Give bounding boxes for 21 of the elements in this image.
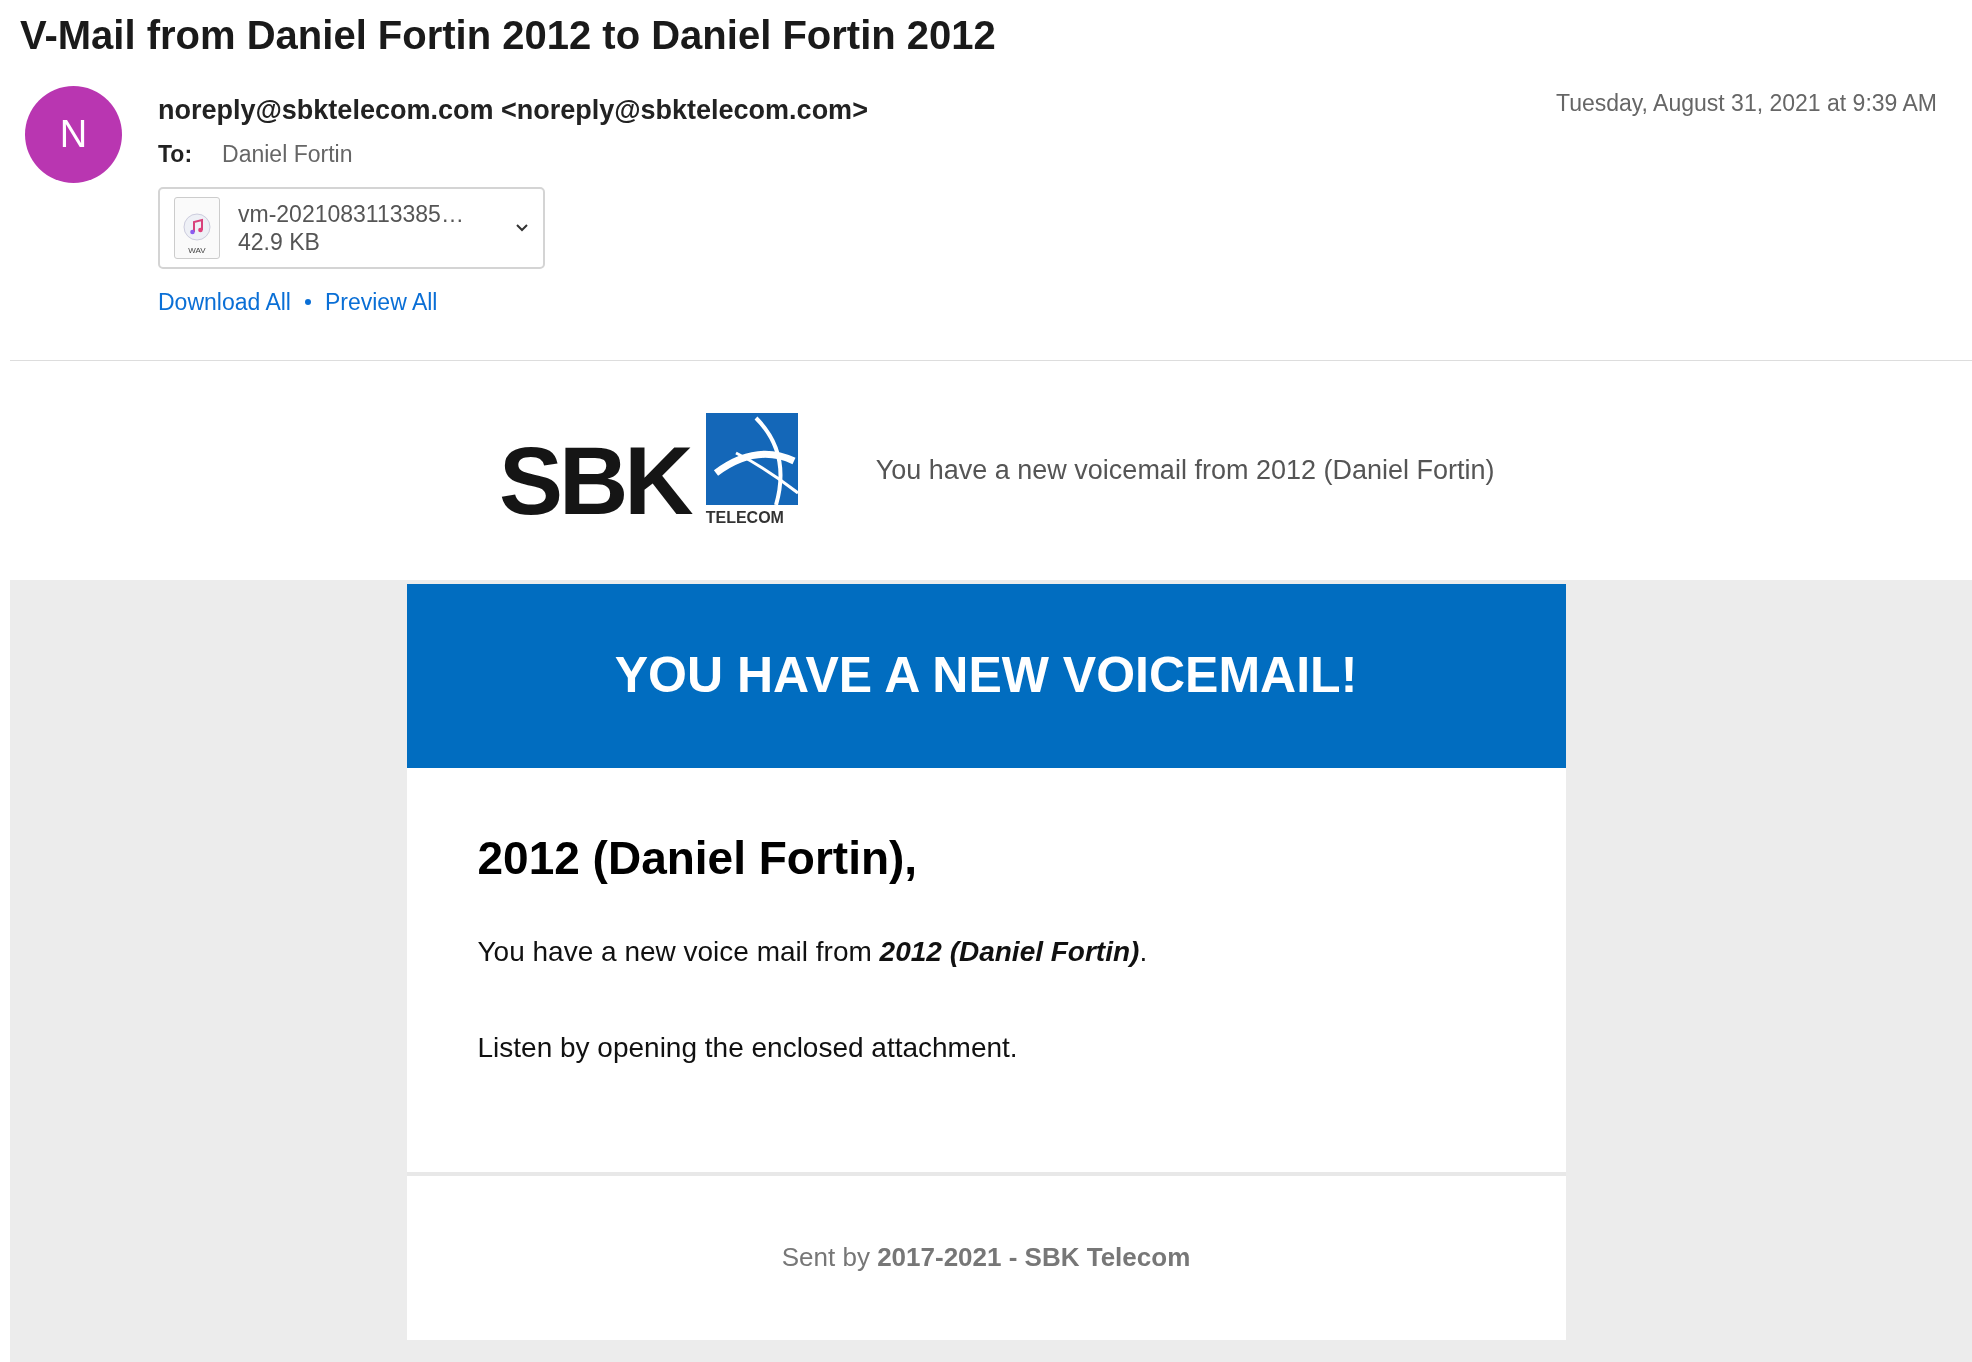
greeting-heading: 2012 (Daniel Fortin), bbox=[477, 830, 919, 886]
email-date: Tuesday, August 31, 2021 at 9:39 AM bbox=[1555, 89, 1937, 118]
attachment-name: vm-2021083113385… bbox=[238, 200, 464, 228]
instruction-text: Listen by opening the enclosed attachment. bbox=[477, 1030, 1019, 1065]
recipient-name: Daniel Fortin bbox=[222, 139, 353, 169]
attachment-link[interactable]: Download All bbox=[158, 285, 291, 320]
attachment-link[interactable]: Preview All bbox=[324, 285, 438, 320]
attachment-size: 42.9 KB bbox=[238, 228, 321, 256]
sender-avatar: N bbox=[25, 86, 122, 183]
footer-text: Sent by 2017-2021 - SBK Telecom bbox=[781, 1241, 1191, 1274]
email-subject: V-Mail from Daniel Fortin 2012 to Daniel Fortin 2012 bbox=[20, 12, 997, 59]
file-type-label: WAV bbox=[188, 246, 206, 256]
chevron-down-icon bbox=[515, 223, 529, 233]
attachment-card[interactable]: WAV vm-2021083113385… 42.9 KB bbox=[158, 187, 545, 269]
preheader-text: You have a new voicemail from 2012 (Daniel Fortin) bbox=[875, 453, 1495, 487]
to-label: To: bbox=[158, 139, 193, 169]
voicemail-banner: YOU HAVE A NEW VOICEMAIL! bbox=[406, 583, 1566, 768]
message-text: You have a new voice mail from 2012 (Daniel Fortin). bbox=[477, 934, 1149, 969]
sender-address: noreply@sbktelecom.com <noreply@sbktelecom.com> bbox=[158, 94, 868, 127]
sbk-telecom-logo: SBK TELECOM bbox=[499, 409, 798, 531]
music-note-icon bbox=[182, 212, 212, 242]
